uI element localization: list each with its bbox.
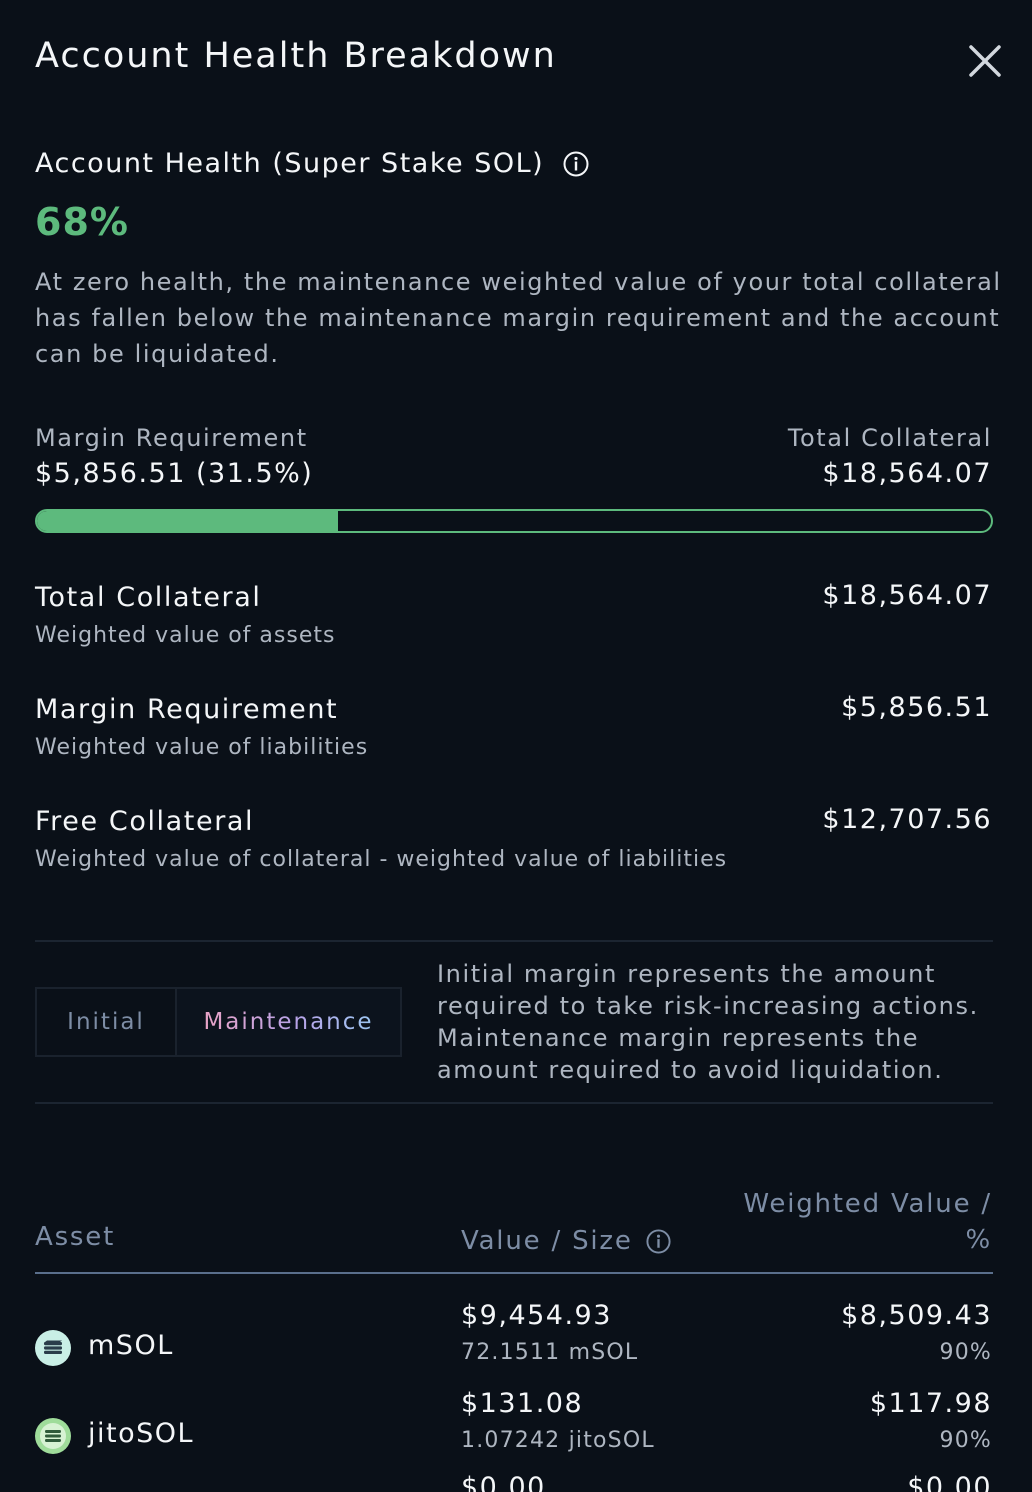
asset-size: 72.1511 mSOL: [461, 1340, 639, 1365]
column-header-weighted-line1: Weighted Value /: [743, 1189, 992, 1219]
metric-free-collateral: Free Collateral Weighted value of collat…: [35, 804, 992, 872]
metric-subtitle: Weighted value of liabilities: [35, 735, 369, 760]
column-header-asset: Asset: [35, 1222, 116, 1252]
tab-initial-label: Initial: [67, 1009, 145, 1035]
metric-value: $5,856.51: [841, 692, 992, 723]
metric-total-collateral: Total Collateral Weighted value of asset…: [35, 580, 992, 648]
asset-value: $131.08: [461, 1388, 584, 1419]
margin-description: Initial margin represents the amount req…: [437, 960, 979, 1084]
bar-total-collateral-label: Total Collateral: [787, 424, 992, 452]
asset-name: jitoSOL: [88, 1418, 195, 1449]
asset-weight-percent: 90%: [939, 1340, 992, 1365]
account-health-label-row: Account Health (Super Stake SOL): [35, 148, 590, 179]
asset-weighted-value: $8,509.43: [841, 1300, 992, 1331]
bar-margin-requirement-value: $5,856.51 (31.5%): [35, 458, 314, 489]
account-health-label: Account Health (Super Stake SOL): [35, 148, 545, 179]
table-row-partial[interactable]: $0.00 $0.00: [35, 1472, 992, 1492]
msol-icon: [35, 1330, 71, 1366]
table-row[interactable]: mSOL $9,454.93 72.1511 mSOL $8,509.43 90…: [35, 1300, 992, 1388]
asset-value: $9,454.93: [461, 1300, 612, 1331]
margin-mode-tabs: Initial Maintenance: [35, 987, 402, 1057]
table-row[interactable]: jitoSOL $131.08 1.07242 jitoSOL $117.98 …: [35, 1388, 992, 1476]
divider: [35, 940, 993, 942]
column-header-value-size: Value / Size: [461, 1226, 672, 1256]
jitosol-icon: [35, 1418, 71, 1454]
divider: [35, 1102, 993, 1104]
metric-value: $18,564.07: [822, 580, 992, 611]
tab-maintenance[interactable]: Maintenance: [177, 989, 400, 1055]
margin-progress-bar: [35, 509, 993, 533]
bar-margin-requirement-label: Margin Requirement: [35, 424, 308, 452]
asset-value: $0.00: [461, 1472, 546, 1492]
info-icon[interactable]: [562, 150, 590, 178]
asset-name: mSOL: [88, 1330, 174, 1361]
metric-subtitle: Weighted value of assets: [35, 623, 336, 648]
margin-progress-fill: [37, 511, 338, 531]
table-header-rule: [35, 1272, 993, 1274]
asset-weight-percent: 90%: [939, 1428, 992, 1453]
asset-weighted-value: $0.00: [907, 1472, 992, 1492]
asset-weighted-value: $117.98: [869, 1388, 992, 1419]
bar-total-collateral-value: $18,564.07: [822, 458, 992, 489]
account-health-description: At zero health, the maintenance weighted…: [35, 268, 1002, 368]
modal-title: Account Health Breakdown: [35, 36, 557, 76]
asset-size: 1.07242 jitoSOL: [461, 1428, 655, 1453]
account-health-value: 68%: [35, 200, 129, 244]
column-header-weighted-value: Weighted Value / %: [692, 1186, 992, 1258]
tab-maintenance-label: Maintenance: [203, 1009, 374, 1035]
metric-margin-requirement: Margin Requirement Weighted value of lia…: [35, 692, 992, 760]
info-icon[interactable]: [645, 1228, 672, 1255]
account-health-modal: Account Health Breakdown Account Health …: [0, 0, 1032, 1492]
close-icon[interactable]: [962, 38, 1008, 84]
tab-initial[interactable]: Initial: [37, 989, 177, 1055]
metric-subtitle: Weighted value of collateral - weighted …: [35, 847, 728, 872]
metric-value: $12,707.56: [822, 804, 992, 835]
column-header-weighted-line2: %: [965, 1225, 992, 1255]
column-header-value-size-label: Value / Size: [461, 1226, 633, 1256]
